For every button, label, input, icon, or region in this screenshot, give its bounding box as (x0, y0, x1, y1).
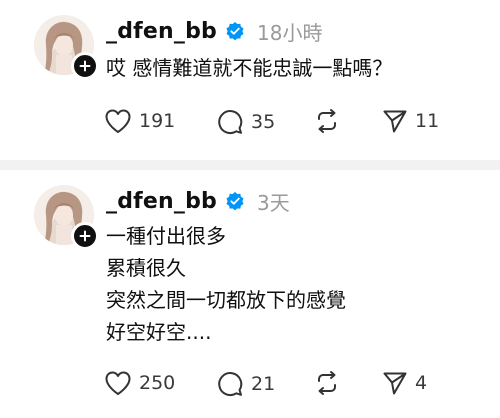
post-text-line: 哎 感情難道就不能忠誠一點嗎？ (106, 56, 393, 80)
send-icon (383, 372, 407, 395)
comment-icon (218, 372, 243, 397)
post-text-line: 好空好空.... (106, 320, 212, 344)
like-button[interactable]: 191 (104, 108, 175, 134)
like-button[interactable]: 250 (104, 370, 175, 396)
post-text: 哎 感情難道就不能忠誠一點嗎？ (106, 52, 392, 84)
share-count: 4 (415, 372, 428, 394)
post-text-line: 累積很久 (106, 256, 186, 280)
share-count: 11 (415, 110, 440, 132)
heart-icon (105, 371, 131, 395)
share-button[interactable]: 11 (382, 108, 439, 134)
post-header: _dfen_bb 18小時 (106, 16, 322, 46)
repost-icon (318, 109, 336, 133)
like-count: 250 (139, 372, 176, 394)
repost-button[interactable] (314, 370, 340, 396)
repost-button[interactable] (314, 108, 340, 134)
verified-badge-icon (226, 22, 244, 41)
post-text-line: 一種付出很多 (106, 224, 226, 248)
comment-button[interactable]: 21 (216, 370, 275, 398)
post-time: 3天 (257, 190, 290, 215)
username[interactable]: _dfen_bb (106, 19, 217, 44)
repost-icon (318, 371, 336, 395)
plus-icon (79, 60, 91, 72)
comment-count: 21 (251, 373, 276, 395)
comment-button[interactable]: 35 (216, 108, 275, 136)
post-text: 一種付出很多 累積很久 突然之間一切都放下的感覺 好空好空.... (106, 220, 346, 348)
like-count: 191 (139, 110, 176, 132)
post-header: _dfen_bb 3天 (106, 186, 290, 216)
comment-count: 35 (251, 111, 276, 133)
comment-icon (218, 110, 243, 135)
heart-icon (105, 109, 131, 133)
avatar[interactable] (34, 185, 99, 250)
post-divider (0, 160, 500, 170)
plus-icon (79, 230, 91, 242)
follow-button[interactable] (71, 52, 99, 80)
post-time: 18小時 (257, 20, 323, 45)
send-icon (383, 110, 407, 133)
username[interactable]: _dfen_bb (106, 189, 217, 214)
post[interactable]: _dfen_bb 3天 一種付出很多 累積很久 突然之間一切都放下的感覺 好空好… (0, 170, 500, 418)
follow-button[interactable] (71, 222, 99, 250)
share-button[interactable]: 4 (382, 370, 427, 396)
verified-badge-icon (226, 192, 244, 211)
post-text-line: 突然之間一切都放下的感覺 (106, 288, 346, 312)
post[interactable]: _dfen_bb 18小時 哎 感情難道就不能忠誠一點嗎？ 191 35 11 (0, 0, 500, 160)
avatar[interactable] (34, 15, 99, 80)
